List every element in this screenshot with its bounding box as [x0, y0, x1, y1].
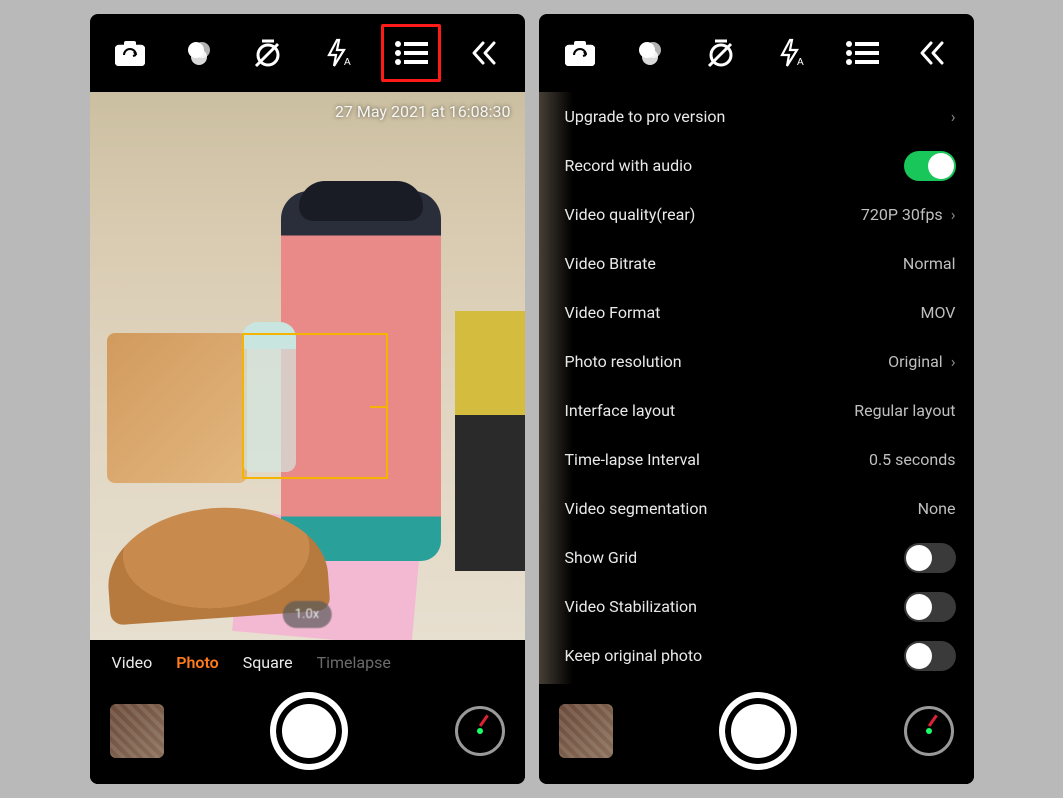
camera-screen-viewfinder: A 27 May 2021 at 16:08:30 1.0x Video Pho…	[90, 14, 525, 784]
bottom-controls	[539, 684, 974, 784]
svg-text:A: A	[344, 57, 351, 68]
shutter-button[interactable]	[270, 692, 348, 770]
collapse-toolbar-icon[interactable]	[906, 27, 958, 79]
row-record-audio-label: Record with audio	[565, 156, 693, 175]
timestamp-overlay: 27 May 2021 at 16:08:30	[335, 102, 511, 121]
chevron-right-icon: ›	[951, 205, 956, 224]
camera-screen-settings: A Upgrade to pro version › Record with a…	[539, 14, 974, 784]
row-video-stabilization[interactable]: Video Stabilization	[565, 582, 956, 631]
switch-camera-icon[interactable]	[104, 27, 156, 79]
gallery-thumbnail[interactable]	[110, 704, 164, 758]
row-keep-original-photo[interactable]: Keep original photo	[565, 631, 956, 680]
toggle-show-grid[interactable]	[904, 543, 956, 573]
settings-list: Upgrade to pro version › Record with aud…	[557, 92, 974, 684]
row-video-bitrate[interactable]: Video Bitrate Normal	[565, 239, 956, 288]
row-interface-layout[interactable]: Interface layout Regular layout	[565, 386, 956, 435]
filters-icon[interactable]	[624, 27, 676, 79]
row-timelapse-interval[interactable]: Time-lapse Interval 0.5 seconds	[565, 435, 956, 484]
collapse-toolbar-icon[interactable]	[458, 27, 510, 79]
row-video-segmentation-label: Video segmentation	[565, 499, 708, 518]
timer-icon[interactable]	[242, 27, 294, 79]
row-video-stabilization-label: Video Stabilization	[565, 597, 698, 616]
row-video-quality-label: Video quality(rear)	[565, 205, 696, 224]
gallery-thumbnail[interactable]	[559, 704, 613, 758]
row-interface-layout-label: Interface layout	[565, 401, 676, 420]
chevron-right-icon: ›	[951, 352, 956, 371]
row-video-quality-value: 720P 30fps	[861, 205, 943, 224]
camera-viewfinder[interactable]: 27 May 2021 at 16:08:30 1.0x	[90, 92, 525, 640]
toggle-keep-original[interactable]	[904, 641, 956, 671]
settings-list-icon-highlighted	[381, 24, 441, 82]
row-photo-resolution-value: Original	[888, 352, 943, 371]
zoom-indicator[interactable]: 1.0x	[283, 601, 332, 628]
switch-camera-icon[interactable]	[554, 27, 606, 79]
focus-indicator	[242, 333, 388, 479]
row-timelapse-interval-label: Time-lapse Interval	[565, 450, 700, 469]
settings-list-icon[interactable]	[836, 27, 888, 79]
toggle-record-audio[interactable]	[904, 151, 956, 181]
top-toolbar: A	[539, 14, 974, 92]
mode-square[interactable]: Square	[243, 653, 293, 672]
mode-photo[interactable]: Photo	[176, 653, 218, 672]
row-video-segmentation[interactable]: Video segmentation None	[565, 484, 956, 533]
shutter-button[interactable]	[719, 692, 797, 770]
row-interface-layout-value: Regular layout	[854, 401, 955, 420]
row-video-bitrate-value: Normal	[903, 254, 956, 273]
row-video-format-value: MOV	[921, 303, 956, 322]
toggle-video-stabilization[interactable]	[904, 592, 956, 622]
mode-video[interactable]: Video	[112, 653, 153, 672]
row-upgrade[interactable]: Upgrade to pro version ›	[565, 92, 956, 141]
settings-panel[interactable]: Upgrade to pro version › Record with aud…	[539, 92, 974, 684]
row-video-format-label: Video Format	[565, 303, 661, 322]
row-record-audio[interactable]: Record with audio	[565, 141, 956, 190]
row-photo-resolution-label: Photo resolution	[565, 352, 682, 371]
row-mirror-front-camera[interactable]: Mirror front camera	[565, 680, 956, 684]
svg-text:A: A	[797, 57, 804, 68]
row-show-grid[interactable]: Show Grid	[565, 533, 956, 582]
mode-timelapse[interactable]: Timelapse	[317, 653, 391, 672]
row-video-format[interactable]: Video Format MOV	[565, 288, 956, 337]
flash-auto-icon[interactable]: A	[312, 27, 364, 79]
row-video-quality[interactable]: Video quality(rear) 720P 30fps ›	[565, 190, 956, 239]
flash-auto-icon[interactable]: A	[765, 27, 817, 79]
filters-icon[interactable]	[173, 27, 225, 79]
chevron-right-icon: ›	[951, 107, 956, 126]
row-video-segmentation-value: None	[918, 499, 956, 518]
pro-dial-button[interactable]	[904, 706, 954, 756]
row-video-bitrate-label: Video Bitrate	[565, 254, 656, 273]
top-toolbar: A	[90, 14, 525, 92]
timer-icon[interactable]	[695, 27, 747, 79]
row-photo-resolution[interactable]: Photo resolution Original ›	[565, 337, 956, 386]
pro-dial-button[interactable]	[455, 706, 505, 756]
row-timelapse-interval-value: 0.5 seconds	[869, 450, 956, 469]
bottom-controls	[90, 684, 525, 784]
settings-list-icon[interactable]	[394, 40, 428, 66]
row-upgrade-label: Upgrade to pro version	[565, 107, 726, 126]
row-keep-original-photo-label: Keep original photo	[565, 646, 703, 665]
row-show-grid-label: Show Grid	[565, 548, 638, 567]
capture-modes: Video Photo Square Timelapse	[90, 640, 525, 684]
